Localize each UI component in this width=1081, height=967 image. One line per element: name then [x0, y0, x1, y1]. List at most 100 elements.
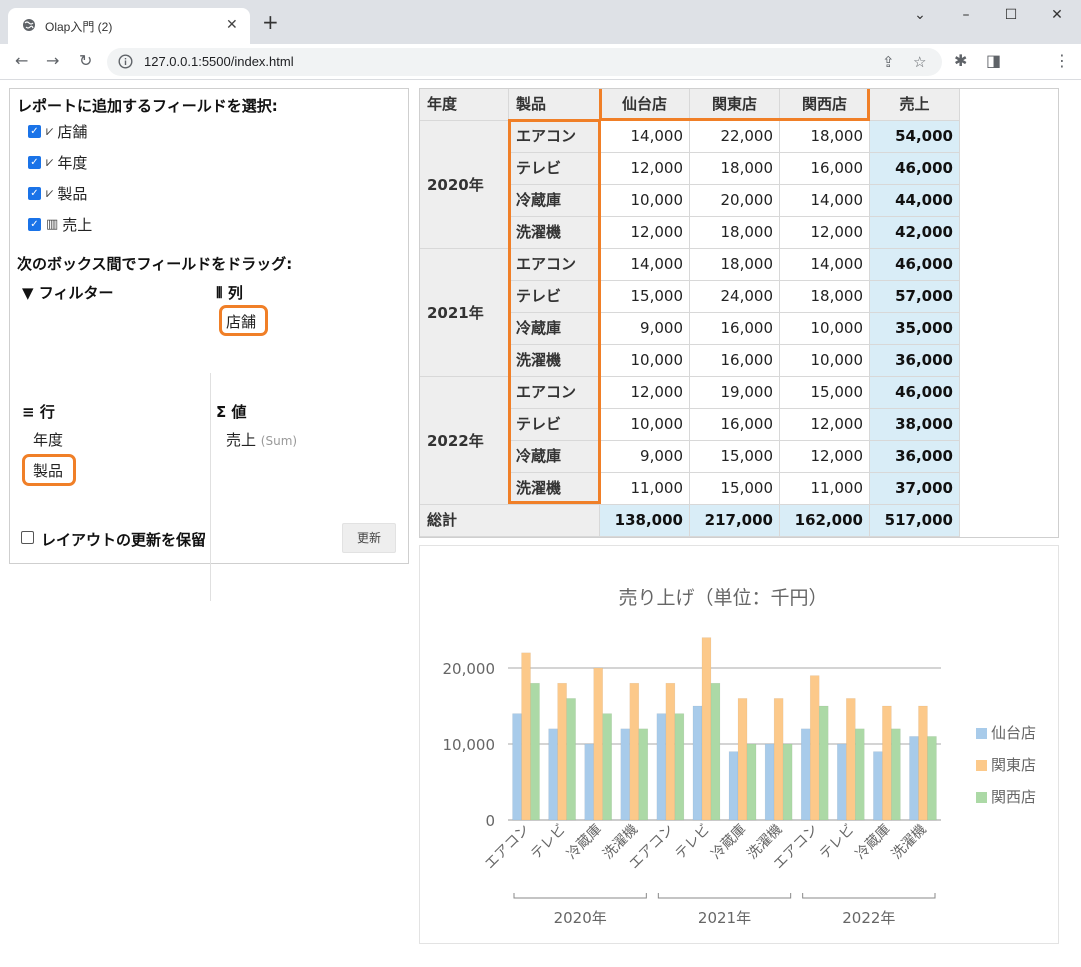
pivot-grid: 年度 製品 仙台店 関東店 関西店 売上 2020年 エアコン 14,000 22,000 18,0… [419, 88, 1059, 538]
header-product[interactable]: 製品 [509, 89, 600, 121]
x-tick-label: テレビ [528, 822, 569, 863]
checkbox-checked-icon[interactable]: ✓ [28, 155, 41, 169]
header-sales[interactable]: 売上 [870, 89, 960, 121]
legend-swatch [976, 728, 987, 739]
defer-update-checkbox[interactable] [21, 531, 34, 544]
row-total-cell: 38,000 [870, 409, 960, 441]
share-icon[interactable]: ⇪ [882, 53, 895, 71]
columns-icon: ⦀ [216, 284, 223, 302]
grand-total-cell: 217,000 [690, 505, 780, 537]
value-cell: 12,000 [780, 217, 870, 249]
values-area-header: Σ 値 [216, 401, 247, 422]
value-cell: 12,000 [600, 217, 690, 249]
rows-area-header: ≡ 行 [22, 401, 55, 422]
row-header-product[interactable]: 冷蔵庫 [509, 313, 600, 345]
maximize-icon[interactable]: ☐ [988, 6, 1034, 28]
legend-label: 仙台店 [991, 724, 1036, 742]
bar [818, 705, 829, 821]
row-header-product[interactable]: テレビ [509, 281, 600, 313]
window-close-icon[interactable]: ✕ [1034, 6, 1080, 28]
update-button[interactable]: 更新 [342, 523, 396, 553]
rows-area-label: 行 [39, 403, 55, 421]
browser-toolbar: ← → ↻ 127.0.0.1:5500/index.html ⇪ ☆ ✱ ◨ … [0, 44, 1081, 80]
legend-label: 関東店 [991, 756, 1036, 774]
row-total-cell: 35,000 [870, 313, 960, 345]
bar [638, 728, 649, 821]
bar [837, 743, 847, 821]
row-header-product[interactable]: テレビ [509, 409, 600, 441]
header-store[interactable]: 関西店 [780, 89, 870, 121]
header-store[interactable]: 仙台店 [600, 89, 690, 121]
row-header-product[interactable]: 冷蔵庫 [509, 441, 600, 473]
minimize-icon[interactable]: – [943, 6, 989, 28]
bar [557, 682, 567, 821]
forward-icon[interactable]: → [46, 52, 59, 70]
group-label: 2022年 [842, 909, 895, 927]
header-store[interactable]: 関東店 [690, 89, 780, 121]
row-total-cell: 54,000 [870, 121, 960, 153]
back-icon[interactable]: ← [15, 52, 28, 70]
sales-chart: 売り上げ（単位：千円） 0 10,000 20,000 エアコン テレビ 冷蔵庫 洗濯機 エアコ… [419, 545, 1059, 944]
rows-item-year[interactable]: 年度 [33, 429, 63, 450]
bar [764, 743, 775, 821]
extensions-icon[interactable]: ✱ [954, 52, 967, 70]
new-tab-icon[interactable]: + [262, 12, 279, 32]
row-header-product[interactable]: テレビ [509, 153, 600, 185]
checkbox-checked-icon[interactable]: ✓ [28, 124, 41, 138]
value-cell: 18,000 [780, 121, 870, 153]
value-cell: 22,000 [690, 121, 780, 153]
row-header-year[interactable]: 2021年 [420, 249, 509, 377]
row-header-product[interactable]: エアコン [509, 121, 600, 153]
reload-icon[interactable]: ↻ [79, 52, 92, 70]
row-header-product[interactable]: 洗濯機 [509, 217, 600, 249]
row-header-product[interactable]: 洗濯機 [509, 345, 600, 377]
values-item-label: 売上 [226, 431, 257, 449]
address-bar[interactable]: 127.0.0.1:5500/index.html ⇪ ☆ [107, 48, 942, 76]
site-info-icon[interactable] [118, 54, 133, 69]
value-cell: 12,000 [780, 409, 870, 441]
bar [909, 736, 919, 821]
bar [620, 728, 631, 821]
row-header-year[interactable]: 2020年 [420, 121, 509, 249]
bookmark-star-icon[interactable]: ☆ [913, 53, 926, 71]
bar [782, 743, 793, 821]
field-product[interactable]: ✓ ⩗ 製品 [28, 183, 87, 203]
row-header-year[interactable]: 2022年 [420, 377, 509, 505]
bar [512, 713, 522, 821]
row-header-product[interactable]: 冷蔵庫 [509, 185, 600, 217]
bar [602, 713, 612, 821]
field-year[interactable]: ✓ ⩗ 年度 [28, 152, 87, 172]
field-store[interactable]: ✓ ⩗ 店舗 [28, 121, 87, 141]
row-header-product[interactable]: 洗濯機 [509, 473, 600, 505]
bar [809, 675, 820, 821]
value-cell: 10,000 [600, 409, 690, 441]
row-total-cell: 46,000 [870, 377, 960, 409]
bar-chart-svg: 売り上げ（単位：千円）010,00020,000エアコンテレビ冷蔵庫洗濯機エアコ… [443, 587, 1037, 927]
values-item-sales[interactable]: 売上 (Sum) [226, 429, 297, 450]
checkbox-checked-icon[interactable]: ✓ [28, 217, 41, 231]
header-year[interactable]: 年度 [420, 89, 509, 121]
row-header-product[interactable]: エアコン [509, 249, 600, 281]
field-label: 年度 [57, 153, 88, 172]
dimension-icon: ⩗ [46, 123, 54, 139]
field-sales[interactable]: ✓ ▥ 売上 [28, 214, 92, 234]
pivot-panel: レポートに追加するフィールドを選択: ✓ ⩗ 店舗 ✓ ⩗ 年度 ✓ ⩗ 製品 … [9, 88, 409, 601]
value-cell: 16,000 [690, 345, 780, 377]
area-divider [210, 373, 211, 601]
side-panel-icon[interactable]: ◨ [986, 52, 1001, 70]
chart-title: 売り上げ（単位：千円） [618, 587, 827, 609]
bar [629, 682, 640, 821]
bar [710, 682, 721, 821]
browser-menu-icon[interactable]: ⋮ [1054, 52, 1070, 70]
tab-search-icon[interactable]: ⌄ [897, 6, 943, 28]
value-cell: 24,000 [690, 281, 780, 313]
row-header-product[interactable]: エアコン [509, 377, 600, 409]
checkbox-checked-icon[interactable]: ✓ [28, 186, 41, 200]
value-cell: 12,000 [780, 441, 870, 473]
values-area-label: 値 [231, 403, 247, 421]
value-cell: 9,000 [600, 441, 690, 473]
tab-close-icon[interactable]: ✕ [226, 17, 238, 33]
bar [746, 743, 757, 821]
x-tick-label: 冷蔵庫 [563, 821, 605, 863]
browser-tab[interactable]: Olap入門 (2) ✕ [8, 8, 250, 44]
